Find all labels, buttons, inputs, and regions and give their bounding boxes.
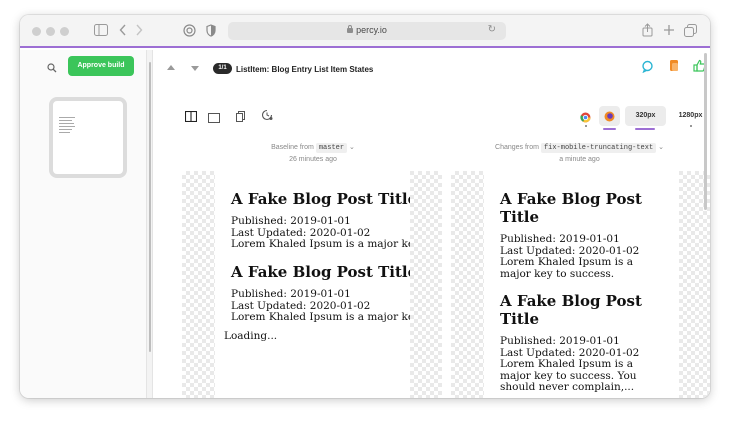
sidebar-scrollbar[interactable]	[149, 62, 151, 352]
baseline-screenshot[interactable]: A Fake Blog Post Title Published: 2019-0…	[182, 171, 442, 398]
search-icon[interactable]	[47, 60, 57, 78]
width-1280-button[interactable]: 1280px	[673, 106, 708, 126]
browser-window: percy.io ↻ Approve build 1/1 ListItem: B…	[20, 15, 710, 398]
changes-page: A Fake Blog Post Title Published: 2019-0…	[484, 171, 679, 398]
post-published: Published: 2019-01-01	[231, 288, 351, 300]
post-title: A Fake Blog Post Title	[500, 190, 642, 226]
baseline-time: 26 minutes ago	[289, 156, 337, 163]
changes-branch: fix-mobile-truncating-text	[540, 143, 657, 153]
loading-text: Loading...	[224, 330, 278, 342]
close-window-button[interactable]	[32, 27, 41, 36]
sidebar-toggle-icon[interactable]	[94, 24, 108, 38]
main-scrollbar[interactable]	[704, 53, 707, 210]
shield-icon[interactable]	[206, 24, 216, 39]
snapshot-thumbnail[interactable]	[49, 97, 127, 178]
firefox-selected-indicator	[603, 128, 616, 130]
changes-branch-dropdown-icon[interactable]: ⌄	[658, 144, 664, 151]
post-excerpt: Lorem Khaled Ipsum is a major key	[231, 238, 410, 250]
post-published: Published: 2019-01-01	[231, 215, 351, 227]
url-display: percy.io	[228, 25, 506, 35]
browser-toolbar: percy.io ↻	[20, 15, 710, 48]
copy-icon[interactable]	[236, 109, 245, 127]
reload-icon[interactable]: ↻	[488, 24, 496, 35]
post-title: A Fake Blog Post Title	[500, 292, 642, 328]
right-post-2: A Fake Blog Post Title Published: 2019-0…	[500, 292, 660, 394]
next-snapshot-icon[interactable]	[191, 66, 199, 71]
address-bar[interactable]: percy.io ↻	[228, 22, 506, 40]
post-title: A Fake Blog Post Title	[231, 263, 410, 281]
share-icon[interactable]	[642, 23, 653, 39]
snapshot-count-badge: 1/1	[213, 63, 232, 74]
post-excerpt: Lorem Khaled Ipsum is a major key	[231, 311, 410, 323]
previous-snapshot-icon[interactable]	[167, 65, 175, 70]
baseline-branch: master	[315, 143, 348, 153]
single-view-icon[interactable]	[208, 110, 220, 128]
left-post-2: A Fake Blog Post Title Published: 2019-0…	[231, 263, 410, 324]
zoom-window-button[interactable]	[60, 27, 69, 36]
request-changes-icon[interactable]	[668, 59, 680, 78]
width-1280-dot	[689, 125, 692, 127]
changes-screenshot[interactable]: A Fake Blog Post Title Published: 2019-0…	[451, 171, 710, 398]
baseline-branch-dropdown-icon[interactable]: ⌄	[349, 144, 355, 151]
post-excerpt: Lorem Khaled Ipsum is a major key to suc…	[500, 358, 637, 393]
privacy-report-icon[interactable]	[183, 24, 196, 39]
changes-info: Changes from fix-mobile-truncating-text …	[449, 142, 710, 166]
firefox-browser-button[interactable]	[599, 106, 620, 126]
lock-icon	[347, 25, 354, 33]
left-post-1: A Fake Blog Post Title Published: 2019-0…	[231, 190, 410, 251]
minimize-window-button[interactable]	[46, 27, 55, 36]
split-view-icon[interactable]	[184, 109, 198, 127]
chrome-status-dot	[584, 125, 587, 127]
post-published: Published: 2019-01-01	[500, 335, 620, 347]
tab-overview-icon[interactable]	[684, 24, 697, 39]
baseline-info: Baseline from master ⌄ 26 minutes ago	[182, 142, 444, 166]
snapshot-title: ListItem: Blog Entry List Item States	[236, 65, 374, 74]
back-icon[interactable]	[119, 24, 127, 38]
comment-icon[interactable]	[641, 60, 654, 78]
width-320-button[interactable]: 320px	[625, 106, 666, 126]
approve-build-button[interactable]: Approve build	[68, 56, 134, 76]
changes-time: a minute ago	[559, 156, 600, 163]
post-title: A Fake Blog Post Title	[231, 190, 410, 208]
snapshot-viewer: 1/1 ListItem: Blog Entry List Item State…	[153, 50, 710, 398]
post-excerpt: Lorem Khaled Ipsum is a major key to suc…	[500, 256, 633, 280]
forward-icon[interactable]	[135, 24, 143, 38]
post-published: Published: 2019-01-01	[500, 233, 620, 245]
thumbnail-preview	[59, 117, 75, 135]
width-selected-indicator	[635, 128, 655, 130]
new-tab-icon[interactable]	[663, 24, 675, 38]
baseline-page: A Fake Blog Post Title Published: 2019-0…	[215, 171, 410, 398]
history-icon[interactable]	[261, 108, 273, 126]
right-post-1: A Fake Blog Post Title Published: 2019-0…	[500, 190, 660, 280]
